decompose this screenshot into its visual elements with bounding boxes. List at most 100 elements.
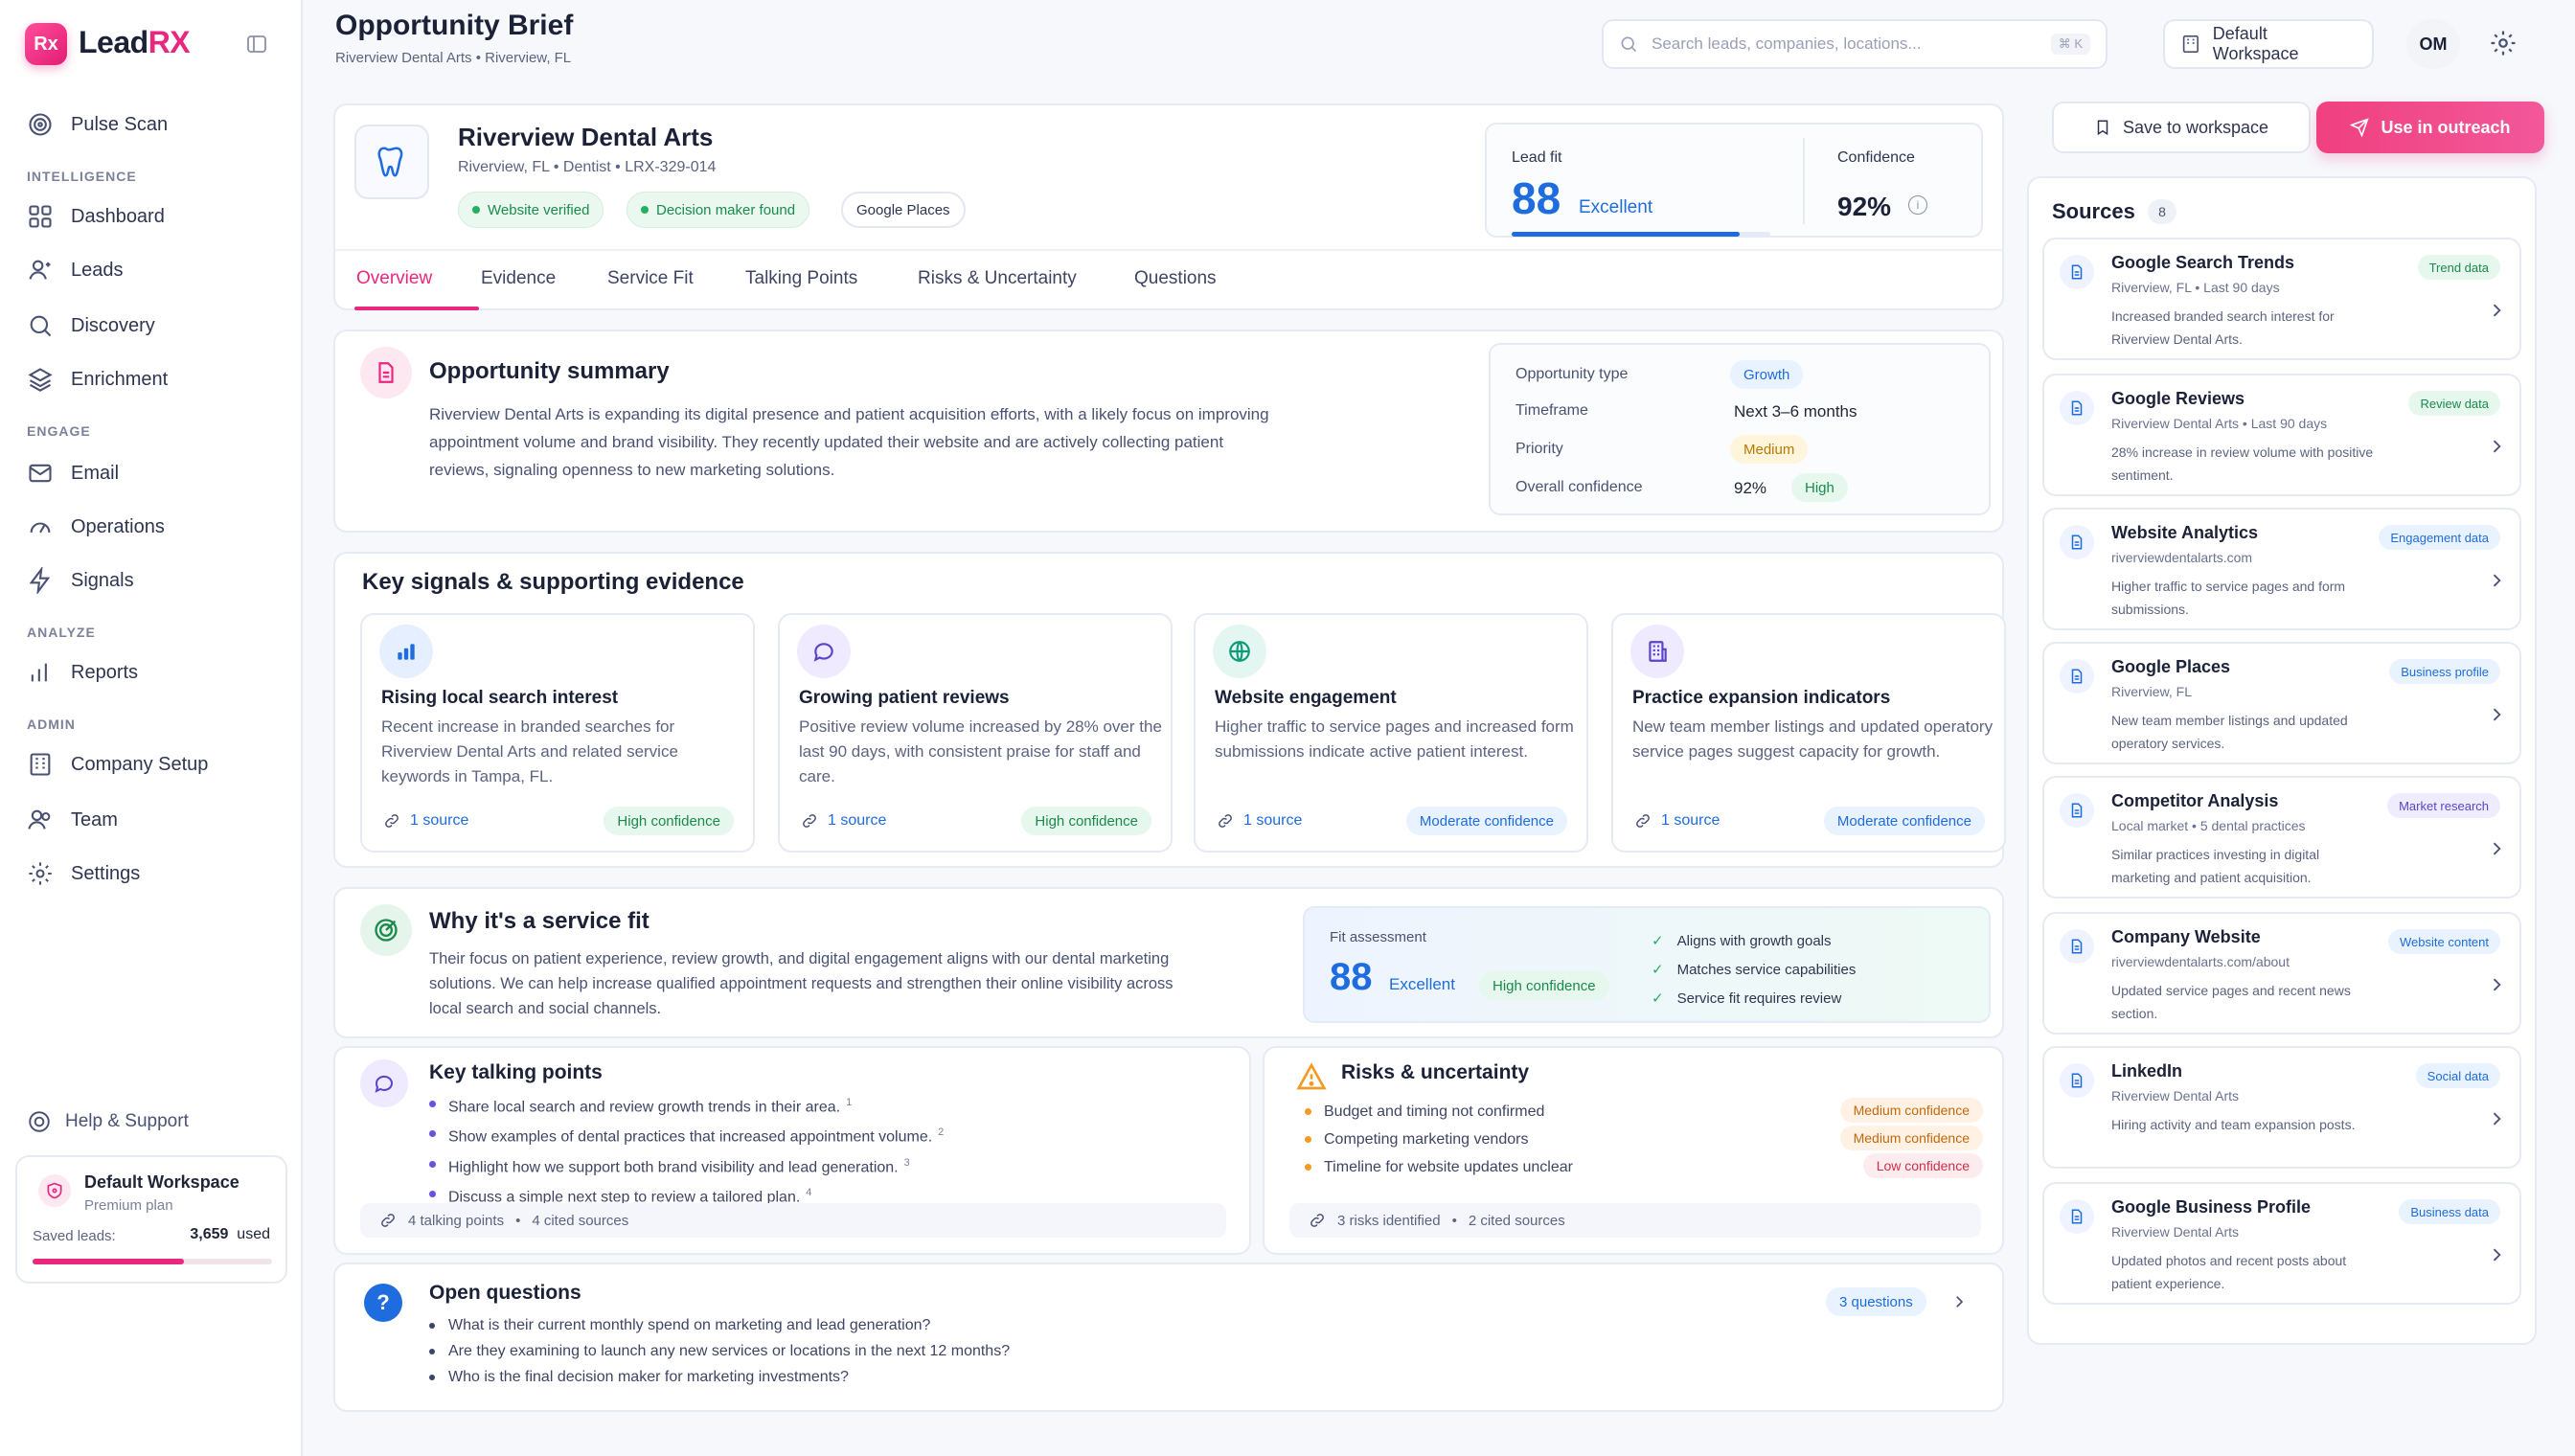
chevron-right-icon[interactable]: [1950, 1293, 1968, 1310]
lead-fit-label: Lead fit: [1512, 149, 1562, 166]
chevron-right-icon[interactable]: [2487, 705, 2506, 724]
sidebar-item-enrichment[interactable]: Enrichment: [27, 360, 168, 398]
signal-card-expansion[interactable]: Practice expansion indicators New team m…: [1611, 613, 2006, 853]
sidebar-item-email[interactable]: Email: [27, 454, 119, 492]
link-icon: [1636, 814, 1650, 828]
signal-card-reviews[interactable]: Growing patient reviews Positive review …: [778, 613, 1173, 853]
sidebar-item-settings[interactable]: Settings: [27, 854, 140, 893]
chevron-right-icon[interactable]: [2487, 437, 2506, 456]
search-icon: [1621, 36, 1637, 53]
sidebar-item-leads[interactable]: Leads: [27, 251, 124, 289]
gear-icon: [29, 862, 52, 885]
source-item[interactable]: Company Website riverviewdentalarts.com/a…: [2042, 912, 2521, 1035]
source-item[interactable]: Website Analytics riverviewdentalarts.com…: [2042, 508, 2521, 630]
fit-score: 88: [1330, 956, 1373, 998]
kv-priority-value: Medium: [1730, 435, 1809, 464]
search-bar[interactable]: Search leads, companies, locations... ⌘ …: [1602, 19, 2108, 69]
source-name: Competitor Analysis: [2111, 791, 2279, 810]
service-fit-card: Why it's a service fit Their focus on pa…: [333, 887, 2004, 1038]
question-icon: ?: [364, 1284, 402, 1322]
sidebar-item-dashboard[interactable]: Dashboard: [27, 197, 165, 236]
sources-title: Sources: [2052, 199, 2135, 223]
search-icon: [30, 315, 52, 337]
source-tag: Business data: [2399, 1199, 2500, 1224]
chevron-right-icon[interactable]: [2487, 975, 2506, 994]
workspace-card[interactable]: Default Workspace Premium plan Saved lea…: [15, 1155, 287, 1284]
avatar[interactable]: OM: [2406, 19, 2460, 69]
source-meta: riverviewdentalarts.com/about: [2111, 954, 2290, 969]
source-item[interactable]: Google Places Riverview, FL New team membe…: [2042, 642, 2521, 764]
chevron-right-icon[interactable]: [2487, 839, 2506, 858]
signal-title: Rising local search interest: [381, 688, 619, 708]
tab-risks[interactable]: Risks & Uncertainty: [918, 268, 1077, 289]
tab-questions[interactable]: Questions: [1134, 268, 1217, 289]
risks-footer[interactable]: 3 risks identified • 2 cited sources: [1289, 1203, 1981, 1238]
tab-talking-points[interactable]: Talking Points: [745, 268, 857, 289]
tab-evidence[interactable]: Evidence: [481, 268, 556, 289]
source-item[interactable]: Google Reviews Riverview Dental Arts • La…: [2042, 374, 2521, 496]
grid-icon: [29, 205, 52, 228]
list-item: Competing marketing vendors: [1303, 1126, 1573, 1153]
source-name: Google Reviews: [2111, 389, 2245, 408]
tab-overview[interactable]: Overview: [356, 268, 432, 289]
source-name: Google Search Trends: [2111, 253, 2295, 272]
service-fit-text: Their focus on patient experience, revie…: [429, 950, 1174, 1017]
signal-text: Recent increase in branded searches for …: [381, 717, 678, 785]
tab-service-fit[interactable]: Service Fit: [607, 268, 694, 289]
source-meta: Riverview, FL: [2111, 684, 2193, 699]
source-meta: Local market • 5 dental practices: [2111, 818, 2306, 833]
questions-count[interactable]: 3 questions: [1826, 1287, 1926, 1316]
service-fit-title: Why it's a service fit: [429, 908, 649, 934]
sidebar: Rx LeadRX Pulse Scan INTELLIGENCE Dashbo…: [0, 0, 303, 1456]
signal-source-link[interactable]: 1 source: [1217, 812, 1302, 830]
search-input[interactable]: Search leads, companies, locations...: [1652, 34, 2038, 54]
talking-points-title: Key talking points: [429, 1061, 603, 1083]
signal-source-link[interactable]: 1 source: [801, 812, 886, 830]
source-tag: Business profile: [2389, 659, 2500, 684]
chevron-right-icon[interactable]: [2487, 1245, 2506, 1264]
fit-assessment-box: Fit assessment 88 Excellent High confide…: [1303, 906, 1991, 1023]
source-item[interactable]: Google Business Profile Riverview Dental …: [2042, 1182, 2521, 1305]
sidebar-item-reports[interactable]: Reports: [27, 653, 138, 692]
sidebar-item-discovery[interactable]: Discovery: [27, 307, 155, 345]
kv-priority-label: Priority: [1515, 441, 1563, 457]
lead-fit-word: Excellent: [1579, 197, 1653, 217]
signal-source-link[interactable]: 1 source: [1634, 812, 1720, 830]
lead-fit-box: Lead fit 88 Excellent Confidence 92% i: [1485, 123, 1983, 238]
workspace-title: Default Workspace: [84, 1172, 239, 1192]
summary-title: Opportunity summary: [429, 358, 670, 384]
sidebar-item-pulse-scan[interactable]: Pulse Scan: [27, 105, 168, 144]
sidebar-item-signals[interactable]: Signals: [27, 561, 134, 600]
signal-card-website[interactable]: Website engagement Higher traffic to ser…: [1194, 613, 1588, 853]
chevron-right-icon[interactable]: [2487, 571, 2506, 590]
signal-source-link[interactable]: 1 source: [383, 812, 468, 830]
chat-icon: [797, 625, 851, 678]
talking-points-footer[interactable]: 4 talking points • 4 cited sources: [360, 1203, 1226, 1238]
risk-confidence: Medium confidence: [1839, 1126, 1983, 1150]
source-item[interactable]: Google Search Trends Riverview, FL • Last…: [2042, 238, 2521, 360]
signals-title: Key signals & supporting evidence: [362, 569, 744, 595]
signal-card-search[interactable]: Rising local search interest Recent incr…: [360, 613, 755, 853]
building-icon: [1630, 625, 1684, 678]
link-icon: [385, 814, 399, 828]
help-support-link[interactable]: Help & Support: [27, 1109, 189, 1134]
chevron-right-icon[interactable]: [2487, 301, 2506, 320]
workspace-selector[interactable]: Default Workspace: [2163, 19, 2374, 69]
kv-confidence-label: Overall confidence: [1515, 479, 1643, 495]
list-item: Share local search and review growth tre…: [427, 1090, 944, 1120]
source-name: LinkedIn: [2111, 1061, 2183, 1081]
gear-icon[interactable]: [2489, 29, 2518, 57]
search-shortcut: ⌘ K: [2050, 34, 2090, 55]
source-name: Google Business Profile: [2111, 1197, 2312, 1217]
info-icon[interactable]: i: [1908, 195, 1927, 215]
sidebar-item-operations[interactable]: Operations: [27, 508, 165, 546]
source-item[interactable]: Competitor Analysis Local market • 5 dent…: [2042, 776, 2521, 899]
sidebar-collapse-icon[interactable]: [245, 33, 268, 56]
use-in-outreach-button[interactable]: Use in outreach: [2316, 102, 2544, 153]
save-to-workspace-button[interactable]: Save to workspace: [2052, 102, 2311, 153]
list-item: Who is the final decision maker for mark…: [427, 1364, 1010, 1390]
sidebar-item-company-setup[interactable]: Company Setup: [27, 745, 208, 784]
sidebar-item-team[interactable]: Team: [27, 801, 118, 839]
source-item[interactable]: LinkedIn Riverview Dental Arts Hiring acti…: [2042, 1046, 2521, 1169]
chevron-right-icon[interactable]: [2487, 1109, 2506, 1128]
